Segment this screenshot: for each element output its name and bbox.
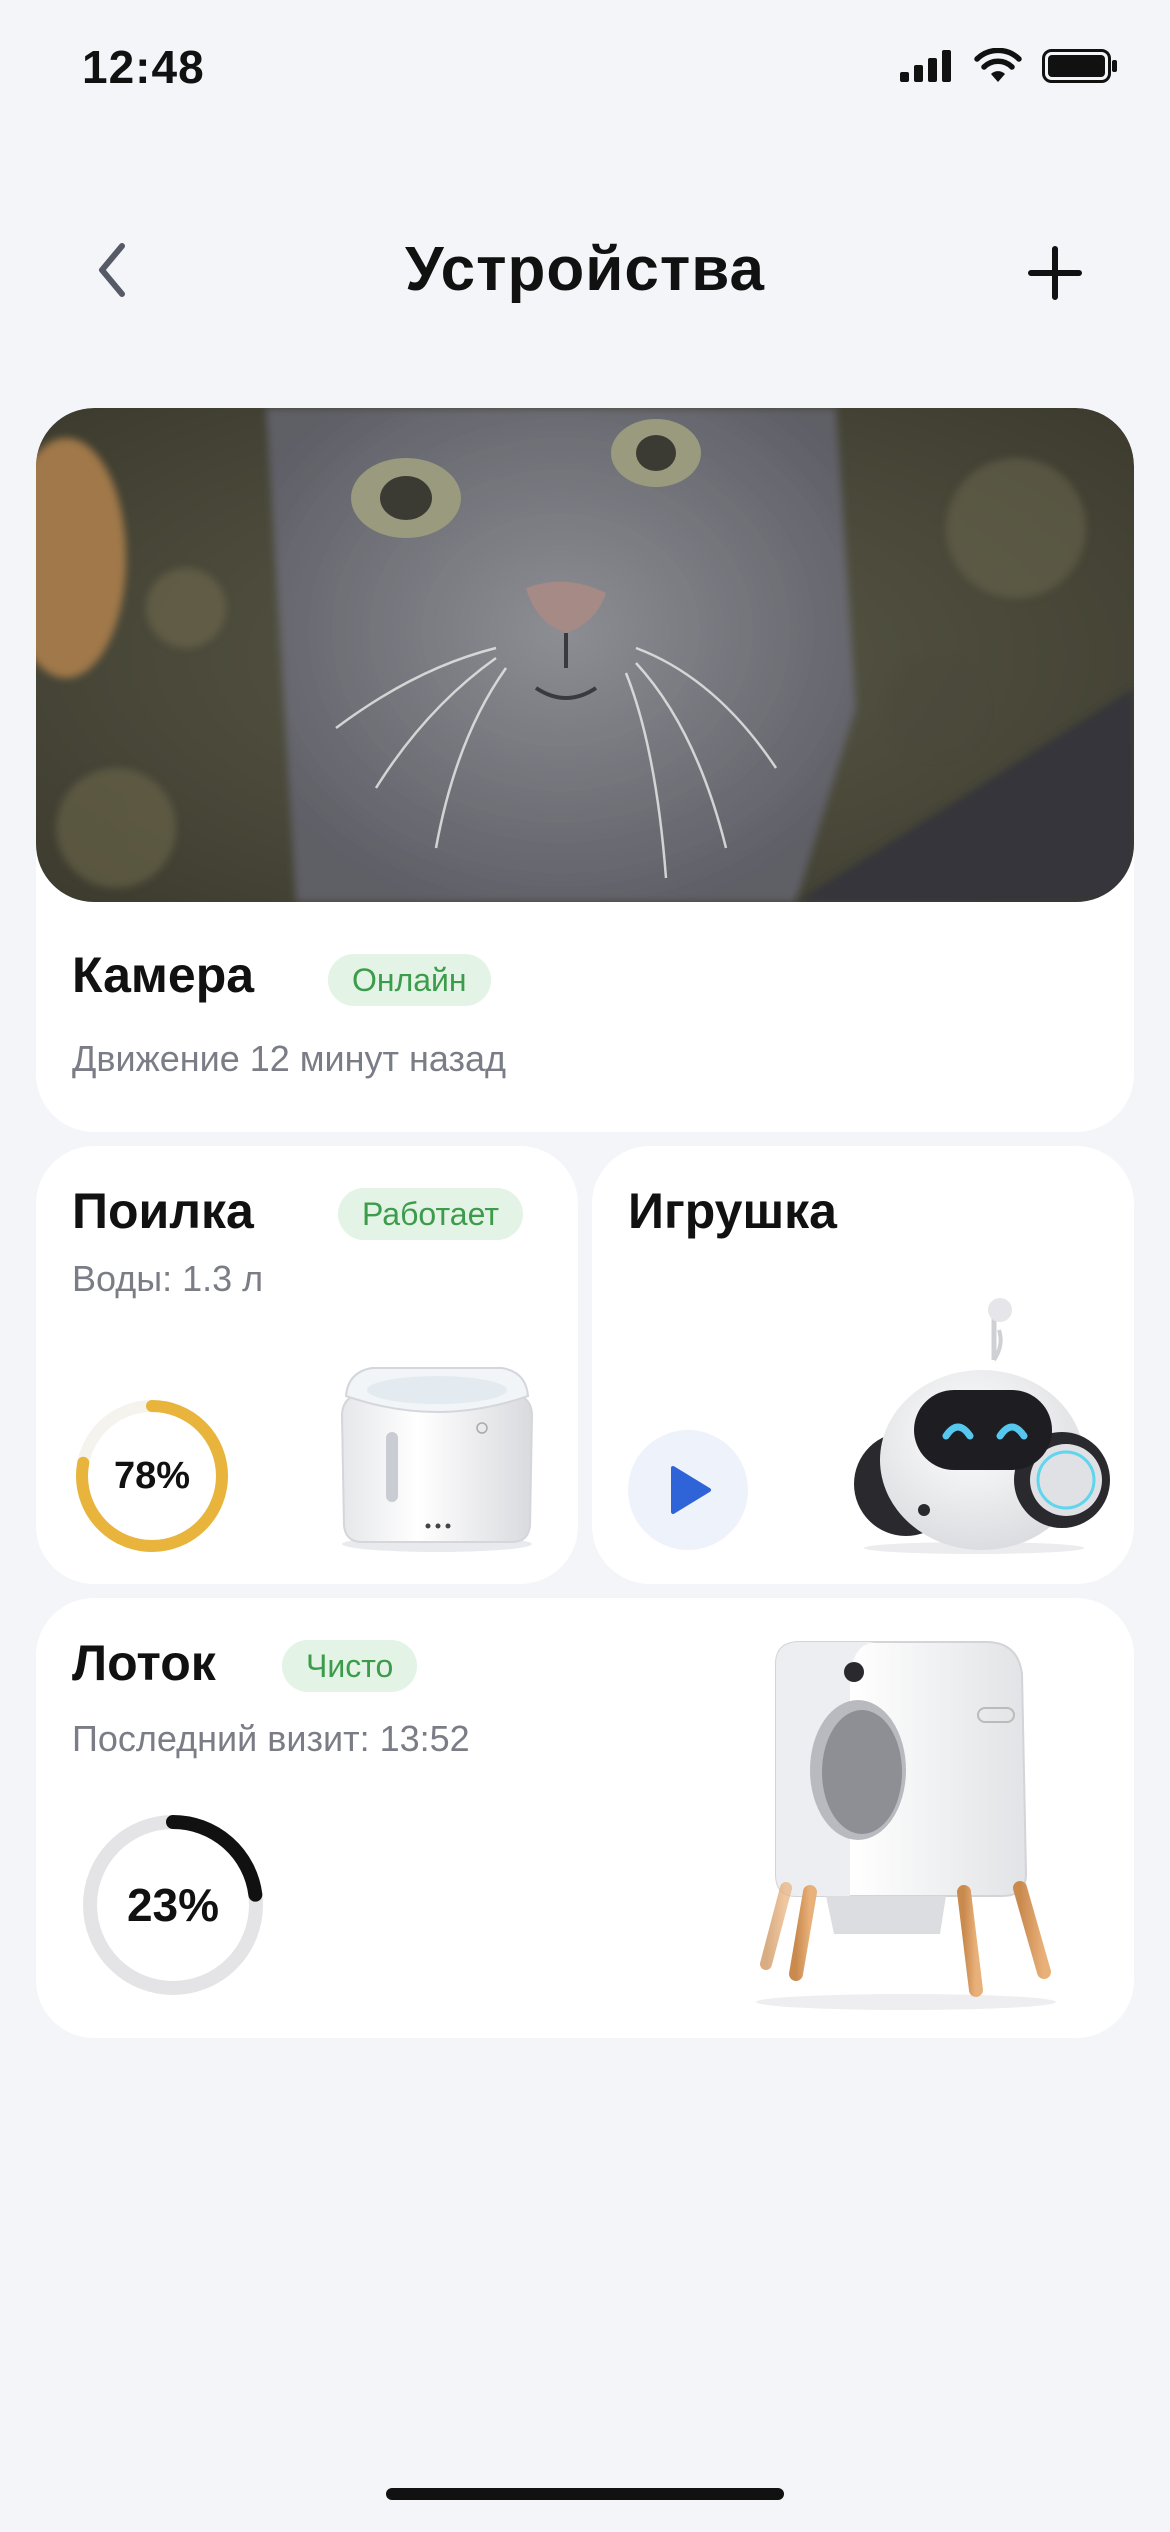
navigation-header: Устройства	[0, 220, 1170, 320]
home-indicator[interactable]	[386, 2488, 784, 2500]
status-time: 12:48	[82, 41, 205, 93]
wifi-icon	[974, 48, 1022, 82]
camera-card[interactable]: Камера Онлайн Движение 12 минут назад	[36, 408, 1134, 1132]
toy-title: Игрушка	[628, 1183, 837, 1239]
water-fountain-card[interactable]: Поилка Работает Воды: 1.3 л 78%	[36, 1146, 578, 1584]
litter-box-image	[756, 1641, 1056, 2010]
camera-title: Камера	[72, 947, 255, 1003]
litter-fill-percent: 23%	[126, 1879, 220, 1931]
litter-fill-ring: 23%	[78, 1810, 268, 2000]
litter-box-card[interactable]: Лоток Чисто Последний визит: 13:52 23%	[36, 1598, 1134, 2038]
robot-toy-image	[854, 1298, 1110, 1554]
water-level-percent: 78%	[113, 1454, 191, 1497]
cellular-signal-icon	[900, 50, 951, 82]
litter-box-title: Лоток	[72, 1635, 216, 1691]
toy-card[interactable]: Игрушка	[592, 1146, 1134, 1584]
camera-motion-text: Движение 12 минут назад	[72, 1038, 507, 1079]
battery-icon	[1042, 49, 1117, 83]
camera-status-badge: Онлайн	[328, 954, 491, 1006]
water-level-text: Воды: 1.3 л	[72, 1258, 264, 1299]
add-device-button[interactable]	[1020, 238, 1090, 308]
status-icons	[900, 48, 1118, 84]
play-icon	[671, 1466, 711, 1514]
water-fountain-status-badge: Работает	[338, 1188, 523, 1240]
camera-preview[interactable]	[36, 408, 1134, 902]
camera-feed-image	[36, 408, 1134, 902]
page-title: Устройства	[405, 235, 765, 304]
water-fountain-title: Поилка	[72, 1183, 254, 1239]
last-visit-text: Последний визит: 13:52	[72, 1718, 470, 1759]
toy-play-button[interactable]	[628, 1430, 748, 1550]
litter-box-status-badge: Чисто	[282, 1640, 418, 1692]
plus-icon	[1028, 246, 1082, 300]
status-bar: 12:48	[0, 0, 1170, 140]
water-level-ring: 78%	[72, 1396, 232, 1556]
water-fountain-image	[340, 1367, 534, 1552]
